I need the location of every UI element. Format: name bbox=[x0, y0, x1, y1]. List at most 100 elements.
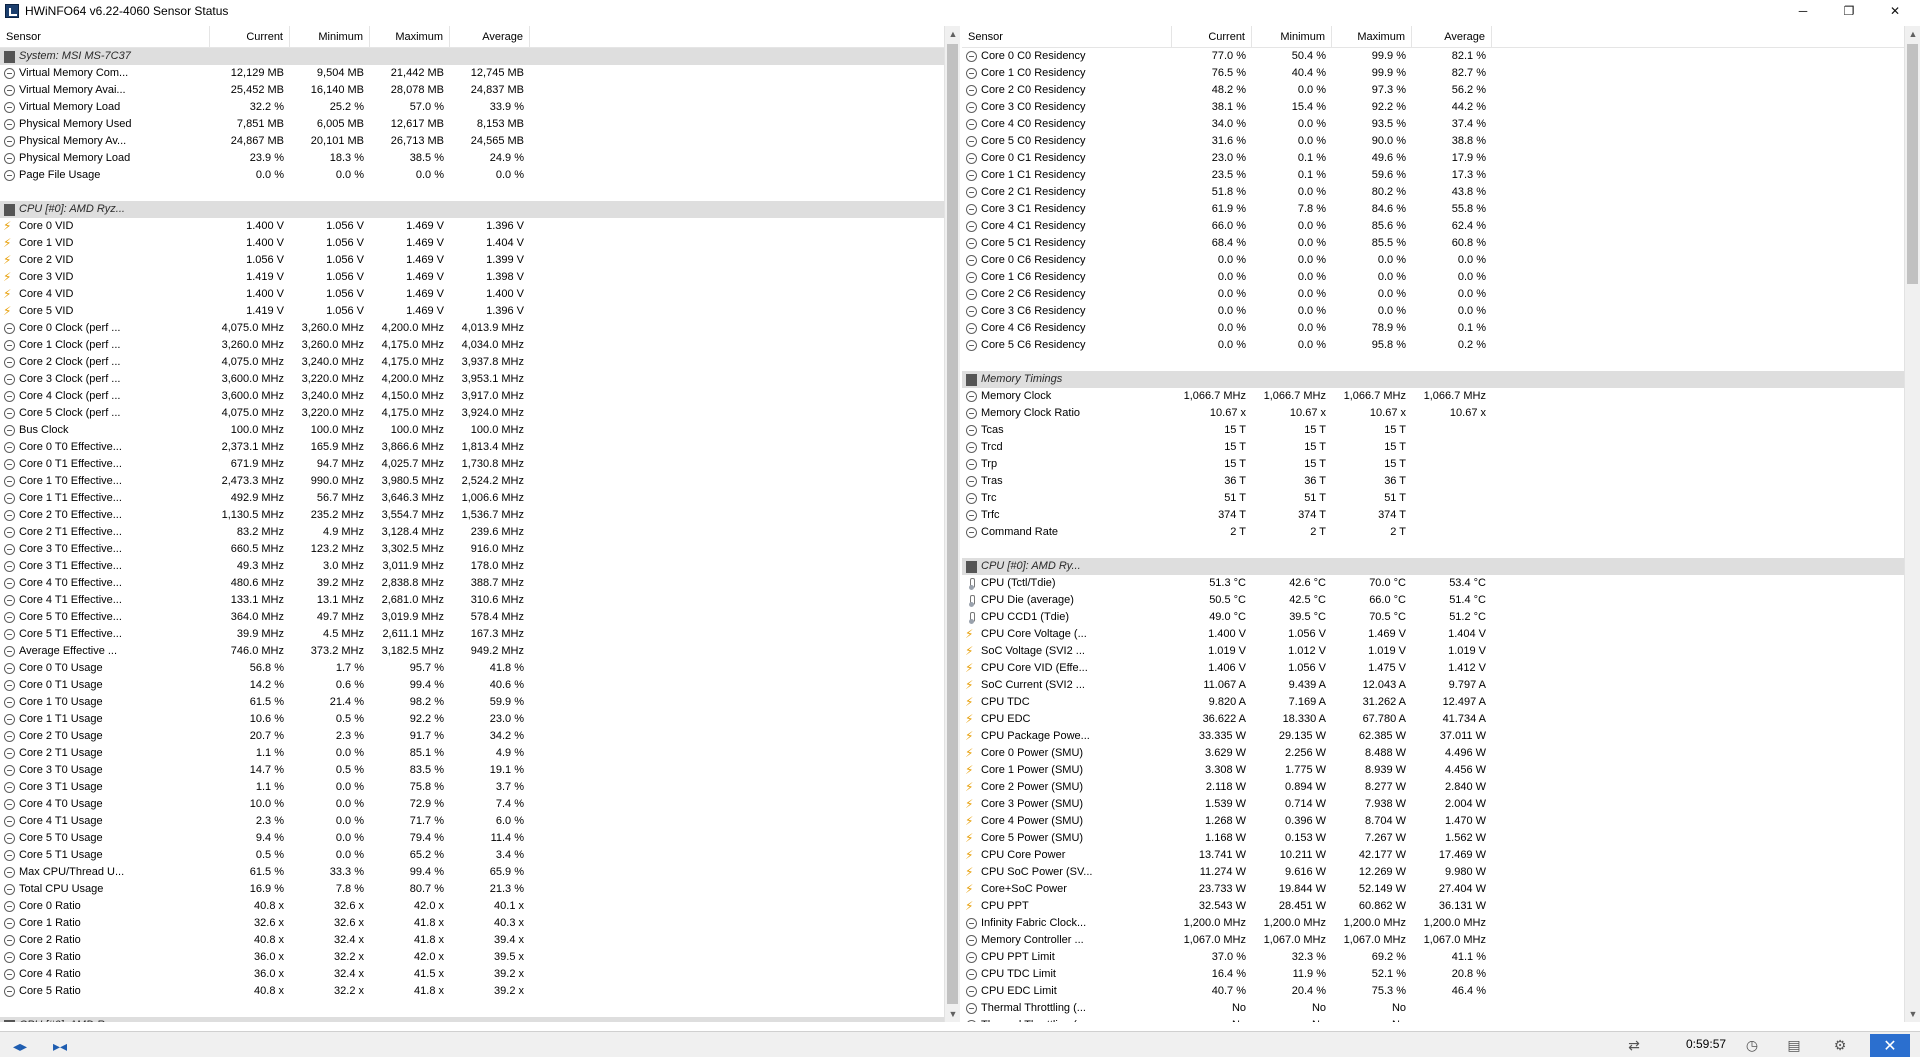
sensor-row[interactable]: CPU EDC 36.622 A 18.330 A 67.780 A 41.734 A bbox=[962, 711, 1904, 728]
sensor-row[interactable]: Core 4 C1 Residency 66.0 % 0.0 % 85.6 % 62.4… bbox=[962, 218, 1904, 235]
sensor-row[interactable]: Core 5 C1 Residency 68.4 % 0.0 % 85.5 % 60.8… bbox=[962, 235, 1904, 252]
sensor-row[interactable]: CPU EDC Limit 40.7 % 20.4 % 75.3 % 46.4 % bbox=[962, 983, 1904, 1000]
sensor-row[interactable]: Core 0 T1 Effective... 671.9 MHz 94.7 MHz 4… bbox=[0, 456, 944, 473]
close-button[interactable]: ✕ bbox=[1872, 0, 1918, 22]
sensor-row[interactable]: Core 0 C1 Residency 23.0 % 0.1 % 49.6 % 17.9… bbox=[962, 150, 1904, 167]
sensor-group-header[interactable]: CPU [#0]: AMD R... bbox=[0, 1017, 944, 1022]
sensor-row[interactable]: Core 1 VID 1.400 V 1.056 V 1.469 V 1.404 V bbox=[0, 235, 944, 252]
sensor-row[interactable]: Core 1 Ratio 32.6 x 32.6 x 41.8 x 40.3 x bbox=[0, 915, 944, 932]
sensor-row[interactable]: Core 0 Ratio 40.8 x 32.6 x 42.0 x 40.1 x bbox=[0, 898, 944, 915]
scroll-thumb[interactable] bbox=[1907, 44, 1918, 284]
column-current[interactable]: Current bbox=[1172, 26, 1252, 47]
sensor-row[interactable]: Physical Memory Av... 24,867 MB 20,101 MB 2… bbox=[0, 133, 944, 150]
scroll-down-icon[interactable]: ▼ bbox=[1905, 1006, 1920, 1022]
sensor-row[interactable]: CPU Die (average) 50.5 °C 42.5 °C 66.0 °C 51… bbox=[962, 592, 1904, 609]
settings-gear-icon[interactable]: ⚙ bbox=[1826, 1034, 1854, 1056]
report-icon[interactable]: ▤ bbox=[1780, 1034, 1808, 1056]
sensor-row[interactable]: Total CPU Usage 16.9 % 7.8 % 80.7 % 21.3 % bbox=[0, 881, 944, 898]
sensor-row[interactable]: CPU Core Voltage (... 1.400 V 1.056 V 1.469… bbox=[962, 626, 1904, 643]
sensor-row[interactable]: Core 4 Clock (perf ... 3,600.0 MHz 3,240.0… bbox=[0, 388, 944, 405]
sensor-row[interactable]: Core 0 Clock (perf ... 4,075.0 MHz 3,260.0… bbox=[0, 320, 944, 337]
sensor-row[interactable]: Core 5 T1 Effective... 39.9 MHz 4.5 MHz 2,6… bbox=[0, 626, 944, 643]
sensor-row[interactable]: Core 1 T0 Usage 61.5 % 21.4 % 98.2 % 59.9 % bbox=[0, 694, 944, 711]
column-minimum[interactable]: Minimum bbox=[1252, 26, 1332, 47]
sensor-row[interactable]: Core 2 T1 Usage 1.1 % 0.0 % 85.1 % 4.9 % bbox=[0, 745, 944, 762]
sensor-row[interactable]: Command Rate 2 T 2 T 2 T bbox=[962, 524, 1904, 541]
column-average[interactable]: Average bbox=[1412, 26, 1492, 47]
sensor-row[interactable]: Core 2 C0 Residency 48.2 % 0.0 % 97.3 % 56.2… bbox=[962, 82, 1904, 99]
sensor-row[interactable]: Core 4 VID 1.400 V 1.056 V 1.469 V 1.400 V bbox=[0, 286, 944, 303]
restore-button[interactable]: ❐ bbox=[1826, 0, 1872, 22]
sensor-group-header[interactable]: System: MSI MS-7C37 bbox=[0, 48, 944, 65]
sensor-row[interactable]: Core 2 Power (SMU) 2.118 W 0.894 W 8.277 W 2… bbox=[962, 779, 1904, 796]
scroll-up-icon[interactable]: ▲ bbox=[1905, 26, 1920, 42]
scrollbar-right[interactable]: ▲ ▼ bbox=[1904, 26, 1920, 1022]
sensor-row[interactable]: CPU Core Power 13.741 W 10.211 W 42.177 W 17… bbox=[962, 847, 1904, 864]
sensor-row[interactable]: Physical Memory Load 23.9 % 18.3 % 38.5 % 24… bbox=[0, 150, 944, 167]
sensor-row[interactable]: Core+SoC Power 23.733 W 19.844 W 52.149 W 27… bbox=[962, 881, 1904, 898]
sensor-row[interactable]: Core 5 C0 Residency 31.6 % 0.0 % 90.0 % 38.8… bbox=[962, 133, 1904, 150]
column-minimum[interactable]: Minimum bbox=[290, 26, 370, 47]
sensor-row[interactable]: Trcd 15 T 15 T 15 T bbox=[962, 439, 1904, 456]
sensor-row[interactable]: Core 3 C0 Residency 38.1 % 15.4 % 92.2 % 44.… bbox=[962, 99, 1904, 116]
sensor-row[interactable]: Core 0 VID 1.400 V 1.056 V 1.469 V 1.396 V bbox=[0, 218, 944, 235]
sensor-row[interactable]: Page File Usage 0.0 % 0.0 % 0.0 % 0.0 % bbox=[0, 167, 944, 184]
sensor-row[interactable]: Virtual Memory Avai... 25,452 MB 16,140 MB… bbox=[0, 82, 944, 99]
sensor-row[interactable]: CPU Core VID (Effe... 1.406 V 1.056 V 1.475… bbox=[962, 660, 1904, 677]
sensor-row[interactable]: Core 3 Power (SMU) 1.539 W 0.714 W 7.938 W 2… bbox=[962, 796, 1904, 813]
sensor-row[interactable]: Core 3 T1 Effective... 49.3 MHz 3.0 MHz 3,0… bbox=[0, 558, 944, 575]
sensor-row[interactable]: Core 4 T1 Effective... 133.1 MHz 13.1 MHz 2… bbox=[0, 592, 944, 609]
sensor-row[interactable]: Core 0 T0 Effective... 2,373.1 MHz 165.9 M… bbox=[0, 439, 944, 456]
sensor-row[interactable]: Core 2 C1 Residency 51.8 % 0.0 % 80.2 % 43.8… bbox=[962, 184, 1904, 201]
nav-right-arrows-icon[interactable]: ▸◂ bbox=[44, 1035, 76, 1057]
sensor-group-header[interactable]: Memory Timings bbox=[962, 371, 1904, 388]
sensor-row[interactable]: Core 4 T0 Effective... 480.6 MHz 39.2 MHz 2… bbox=[0, 575, 944, 592]
scroll-thumb[interactable] bbox=[947, 44, 958, 1004]
sensor-row[interactable]: Core 5 C6 Residency 0.0 % 0.0 % 95.8 % 0.2 % bbox=[962, 337, 1904, 354]
column-maximum[interactable]: Maximum bbox=[370, 26, 450, 47]
scrollbar-left[interactable]: ▲ ▼ bbox=[944, 26, 960, 1022]
sensor-row[interactable]: Core 3 C6 Residency 0.0 % 0.0 % 0.0 % 0.0 % bbox=[962, 303, 1904, 320]
column-current[interactable]: Current bbox=[210, 26, 290, 47]
sensor-row[interactable]: Average Effective ... 746.0 MHz 373.2 MHz 3… bbox=[0, 643, 944, 660]
minimize-button[interactable]: ─ bbox=[1780, 0, 1826, 22]
sensor-row[interactable]: Core 4 C0 Residency 34.0 % 0.0 % 93.5 % 37.4… bbox=[962, 116, 1904, 133]
sensor-row[interactable]: Core 1 Power (SMU) 3.308 W 1.775 W 8.939 W 4… bbox=[962, 762, 1904, 779]
sensor-row[interactable]: Virtual Memory Com... 12,129 MB 9,504 MB 21… bbox=[0, 65, 944, 82]
sensor-row[interactable]: Core 2 T0 Effective... 1,130.5 MHz 235.2 M… bbox=[0, 507, 944, 524]
sensor-row[interactable]: Thermal Throttling (...NoNoNo bbox=[962, 1000, 1904, 1017]
clock-reset-icon[interactable]: ◷ bbox=[1738, 1034, 1766, 1056]
sensor-row[interactable]: Core 1 T0 Effective... 2,473.3 MHz 990.0 M… bbox=[0, 473, 944, 490]
sensor-row[interactable]: Max CPU/Thread U... 61.5 % 33.3 % 99.4 % 65.… bbox=[0, 864, 944, 881]
column-sensor[interactable]: Sensor bbox=[0, 26, 210, 47]
sensor-row[interactable]: Core 0 T0 Usage 56.8 % 1.7 % 95.7 % 41.8 % bbox=[0, 660, 944, 677]
sensor-row[interactable]: CPU Package Powe... 33.335 W 29.135 W 62.38… bbox=[962, 728, 1904, 745]
sensor-row[interactable]: Core 2 C6 Residency 0.0 % 0.0 % 0.0 % 0.0 % bbox=[962, 286, 1904, 303]
sensor-row[interactable]: Core 2 Ratio 40.8 x 32.4 x 41.8 x 39.4 x bbox=[0, 932, 944, 949]
sensor-row[interactable]: Core 3 C1 Residency 61.9 % 7.8 % 84.6 % 55.8… bbox=[962, 201, 1904, 218]
column-sensor[interactable]: Sensor bbox=[962, 26, 1172, 47]
sensor-row[interactable]: Core 1 C0 Residency 76.5 % 40.4 % 99.9 % 82.… bbox=[962, 65, 1904, 82]
sensor-row[interactable]: SoC Voltage (SVI2 ... 1.019 V 1.012 V 1.019… bbox=[962, 643, 1904, 660]
sensor-row[interactable]: Core 0 C0 Residency 77.0 % 50.4 % 99.9 % 82.… bbox=[962, 48, 1904, 65]
column-maximum[interactable]: Maximum bbox=[1332, 26, 1412, 47]
sensor-row[interactable]: Thermal Throttling (...NoNoNo bbox=[962, 1017, 1904, 1022]
sensor-row[interactable]: Core 1 C1 Residency 23.5 % 0.1 % 59.6 % 17.3… bbox=[962, 167, 1904, 184]
sensor-row[interactable]: Core 5 T1 Usage 0.5 % 0.0 % 65.2 % 3.4 % bbox=[0, 847, 944, 864]
network-icon[interactable]: ⇄ bbox=[1620, 1034, 1648, 1056]
sensor-row[interactable]: CPU PPT 32.543 W 28.451 W 60.862 W 36.131 W bbox=[962, 898, 1904, 915]
sensor-row[interactable]: Tcas 15 T 15 T 15 T bbox=[962, 422, 1904, 439]
scroll-down-icon[interactable]: ▼ bbox=[945, 1006, 961, 1022]
close-sensors-icon[interactable]: ✕ bbox=[1870, 1034, 1910, 1057]
sensor-row[interactable]: Core 4 T0 Usage 10.0 % 0.0 % 72.9 % 7.4 % bbox=[0, 796, 944, 813]
sensor-row[interactable]: CPU PPT Limit 37.0 % 32.3 % 69.2 % 41.1 % bbox=[962, 949, 1904, 966]
sensor-row[interactable]: CPU CCD1 (Tdie) 49.0 °C 39.5 °C 70.5 °C 51.2… bbox=[962, 609, 1904, 626]
sensor-group-header[interactable]: CPU [#0]: AMD Ry... bbox=[962, 558, 1904, 575]
sensor-row[interactable]: Core 0 T1 Usage 14.2 % 0.6 % 99.4 % 40.6 % bbox=[0, 677, 944, 694]
sensor-row[interactable]: Trc 51 T 51 T 51 T bbox=[962, 490, 1904, 507]
sensor-row[interactable]: Trp 15 T 15 T 15 T bbox=[962, 456, 1904, 473]
sensor-row[interactable]: Tras 36 T 36 T 36 T bbox=[962, 473, 1904, 490]
sensor-row[interactable]: Core 4 C6 Residency 0.0 % 0.0 % 78.9 % 0.1 % bbox=[962, 320, 1904, 337]
sensor-row[interactable]: Core 0 Power (SMU) 3.629 W 2.256 W 8.488 W 4… bbox=[962, 745, 1904, 762]
nav-left-arrows-icon[interactable]: ◂▸ bbox=[4, 1035, 36, 1057]
